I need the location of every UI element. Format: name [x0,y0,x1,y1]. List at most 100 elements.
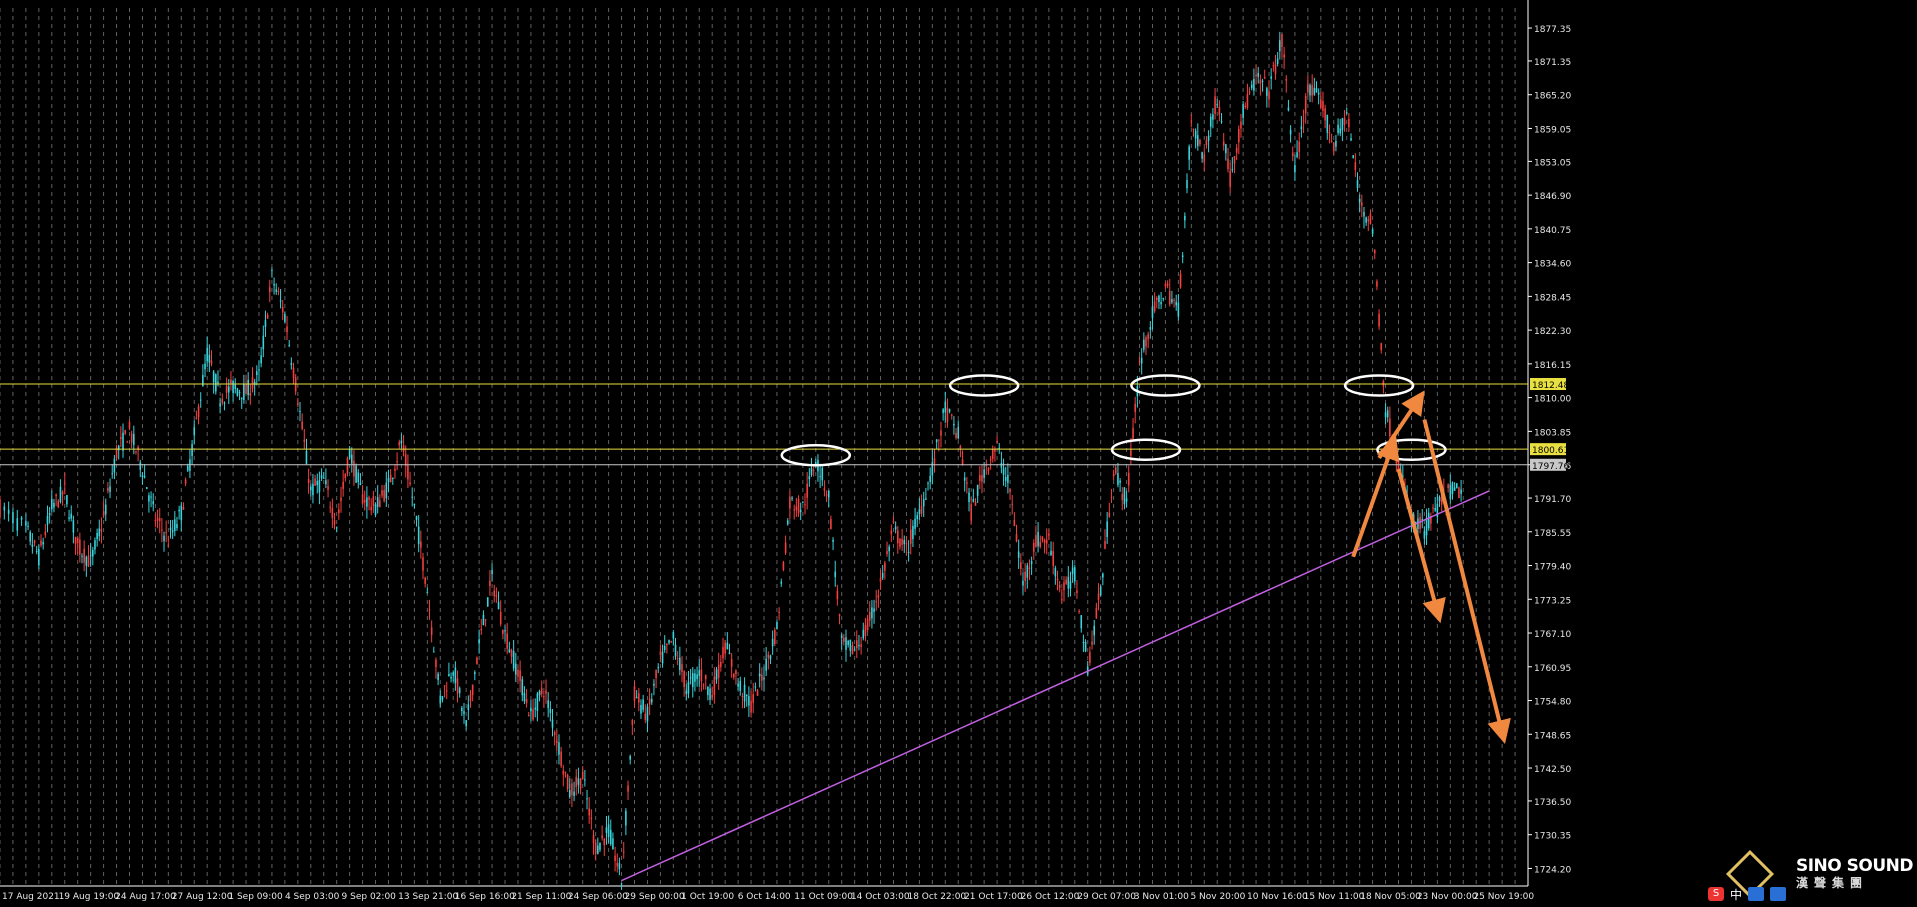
candle-down-body [776,622,778,630]
candle-up-body [560,751,562,766]
candle-down-body [236,388,239,396]
x-tick-label: 3 Nov 01:00 [1134,892,1189,902]
candle-down-body [653,683,655,686]
candle-up-body [424,577,426,584]
candle-up-body [126,441,129,443]
candle-up-body [158,518,161,522]
candle-down-body [1201,152,1203,159]
candle-down-body [1438,497,1441,502]
candle-down-body [1186,180,1188,189]
candle-up-body [249,392,252,396]
candle-up-body [836,590,839,600]
candle-down-body [243,384,245,400]
candle-down-body [1296,152,1298,157]
candle-up-body [182,507,185,510]
ime-language[interactable]: 中 [1730,886,1742,903]
candle-up-body [87,555,90,567]
candle-down-body [426,592,429,594]
candle-down-body [193,427,196,436]
candle-down-body [763,677,765,680]
x-tick-label: 29 Oct 07:00 [1077,892,1136,902]
candle-down-body [199,399,202,401]
candle-down-body [27,525,29,527]
candle-down-body [16,518,19,531]
candle-up-body [614,855,616,861]
candle-down-body [871,607,873,619]
candle-up-body [428,609,431,611]
candle-up-body [1061,599,1063,601]
candle-down-body [89,554,92,556]
candle-down-body [1194,130,1197,139]
candle-up-body [843,637,845,642]
candle-up-body [266,314,269,319]
candle-down-body [176,524,178,528]
candle-up-body [55,494,57,497]
candle-down-body [765,658,767,671]
candle-up-body [297,403,299,405]
candle-down-body [635,696,638,699]
candle-down-body [577,778,580,785]
candle-down-body [925,498,927,500]
candle-down-body [1073,567,1076,582]
candle-down-body [299,411,301,413]
candle-up-body [966,482,968,484]
candle-down-body [1352,155,1354,158]
candle-up-body [1145,337,1147,347]
candle-up-body [327,486,329,490]
candle-down-body [530,707,532,712]
candle-down-body [691,672,694,688]
y-tick-label: 1736.50 [1534,798,1571,808]
candle-up-body [1447,484,1449,489]
candle-up-body [778,611,780,613]
tray-icon[interactable] [1748,887,1765,901]
candle-up-body [1020,562,1022,570]
candle-down-body [497,601,500,610]
candle-down-body [1050,550,1052,556]
candle-up-body [1324,108,1326,121]
candle-up-body [1320,99,1322,108]
candle-up-body [713,676,716,696]
candle-up-body [476,657,478,665]
candle-down-body [1026,565,1029,578]
candle-down-body [1358,198,1361,203]
candle-up-body [156,517,159,521]
candle-down-body [827,490,830,498]
candle-down-body [881,572,884,578]
candle-up-body [1218,106,1221,115]
x-tick-label: 11 Oct 09:00 [794,892,853,902]
candle-up-body [1233,156,1236,164]
candle-up-body [469,694,472,702]
candle-down-body [1279,40,1281,52]
candle-up-body [1348,118,1350,128]
candle-up-body [1235,147,1238,153]
candle-down-body [441,696,444,700]
candle-up-body [137,447,139,451]
candle-down-body [512,650,515,669]
candle-down-body [219,403,221,407]
tray-icon[interactable] [1770,887,1787,901]
candle-up-body [495,595,498,597]
candle-up-body [946,407,949,423]
x-tick-label: 5 Nov 20:00 [1190,892,1245,902]
candle-up-body [866,619,869,631]
candle-down-body [743,684,746,702]
candle-up-body [1240,121,1242,129]
candle-up-body [1130,449,1132,456]
candle-up-body [890,530,893,535]
candle-up-body [1076,590,1078,593]
candle-down-body [728,652,731,655]
candle-down-body [1022,580,1024,586]
candle-down-body [400,440,403,444]
candle-down-body [894,526,897,530]
candle-down-body [547,700,549,709]
candle-up-body [581,772,584,780]
candle-up-body [1244,105,1247,107]
ime-icon[interactable]: S [1708,887,1724,901]
candle-down-body [111,473,114,475]
candle-up-body [704,674,707,680]
candle-up-body [579,778,582,789]
candle-down-body [486,597,489,607]
candle-up-body [795,506,798,511]
candle-down-body [819,476,821,478]
candle-up-body [588,808,590,816]
